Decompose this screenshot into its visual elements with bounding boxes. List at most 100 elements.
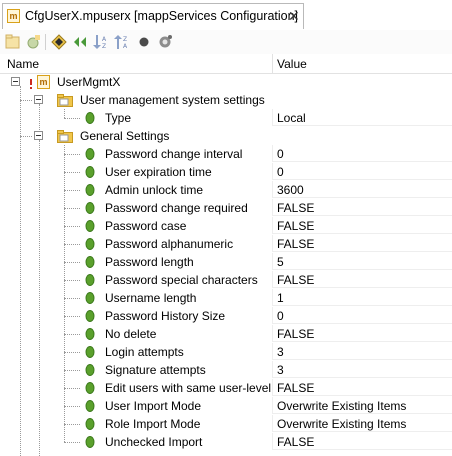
tree-row-parameter[interactable]: Password special characters FALSE	[0, 271, 452, 289]
tree-row-parameter[interactable]: Username length 1	[0, 289, 452, 307]
settings-folder-icon	[57, 130, 73, 143]
tree-row-value: 3	[277, 345, 284, 359]
svg-text:A: A	[102, 36, 107, 43]
tree-row-root[interactable]: m UserMgmtX	[0, 73, 452, 91]
tree-row-label: General Settings	[80, 129, 170, 143]
tree-line	[64, 244, 80, 245]
tree-row-parameter[interactable]: Login attempts 3	[0, 343, 452, 361]
document-tab[interactable]: m CfgUserX.mpuserx [mappServices Configu…	[2, 3, 304, 29]
tree-line	[64, 442, 80, 443]
tree-line	[64, 118, 80, 119]
tree-row-value: Overwrite Existing Items	[277, 417, 407, 431]
value-cell[interactable]	[272, 307, 452, 324]
tree-row-type[interactable]: Type Local	[0, 109, 452, 127]
tree-line	[64, 370, 80, 371]
tree-row-parameter[interactable]: Password change interval 0	[0, 145, 452, 163]
tree-row-value: 1	[277, 291, 284, 305]
tree-row-label: Password change required	[105, 201, 248, 215]
close-icon[interactable]: ✕	[288, 8, 300, 24]
tree-row-parameter[interactable]: Password alphanumeric FALSE	[0, 235, 452, 253]
sort-za-icon[interactable]: Z A	[114, 34, 130, 50]
toolbar-separator	[45, 34, 46, 50]
parameter-icon	[85, 328, 95, 340]
tree-line	[64, 388, 80, 389]
add-item-icon[interactable]	[25, 34, 41, 50]
tree-row-parameter[interactable]: Edit users with same user-level FALSE	[0, 379, 452, 397]
parameter-icon	[85, 166, 95, 178]
tree-line	[64, 262, 80, 263]
parameter-icon	[85, 310, 95, 322]
sort-az-icon[interactable]: A Z	[93, 34, 109, 50]
parameter-icon	[85, 400, 95, 412]
settings-folder-icon	[57, 94, 73, 107]
tree-row-parameter[interactable]: Role Import Mode Overwrite Existing Items	[0, 415, 452, 433]
tree-row-label: Password History Size	[105, 309, 226, 323]
collapse-toggle[interactable]	[11, 77, 20, 86]
tree-row-value: FALSE	[277, 273, 315, 287]
tree-row-label: User Import Mode	[105, 399, 202, 413]
move-up-icon[interactable]	[51, 34, 67, 50]
error-marker-icon	[30, 79, 32, 89]
column-divider[interactable]	[272, 54, 273, 73]
tab-title: CfgUserX.mpuserx [mappServices Configura…	[25, 9, 299, 23]
value-cell[interactable]	[272, 145, 452, 162]
tree-line	[64, 190, 80, 191]
move-down-icon[interactable]	[72, 34, 88, 50]
tree-row-label: Admin unlock time	[105, 183, 204, 197]
column-header: Name Value	[0, 54, 452, 74]
tree-row-label: Signature attempts	[105, 363, 206, 377]
tree-row-value: FALSE	[277, 381, 315, 395]
tree-line	[64, 424, 80, 425]
parameter-icon	[85, 436, 95, 448]
tree-row-parameter[interactable]: Password case FALSE	[0, 217, 452, 235]
tree-row-label: Unchecked Import	[105, 435, 203, 449]
parameter-icon	[85, 148, 95, 160]
tree-row-value: 3	[277, 363, 284, 377]
parameter-icon	[85, 292, 95, 304]
tree-row-parameter[interactable]: Password change required FALSE	[0, 199, 452, 217]
svg-text:Z: Z	[123, 36, 127, 43]
new-folder-icon[interactable]	[5, 34, 21, 50]
tree-row-parameter[interactable]: Admin unlock time 3600	[0, 181, 452, 199]
parameter-icon	[85, 364, 95, 376]
tree-line	[64, 334, 80, 335]
tree-row-parameter[interactable]: Password History Size 0	[0, 307, 452, 325]
property-tree: m UserMgmtX User management system setti…	[0, 73, 452, 456]
record-icon[interactable]	[136, 34, 152, 50]
tree-line	[64, 154, 80, 155]
value-cell[interactable]	[272, 289, 452, 306]
tree-row-value: Local	[277, 111, 306, 125]
tree-line	[64, 226, 80, 227]
parameter-icon	[85, 256, 95, 268]
tree-row-group[interactable]	[0, 451, 452, 456]
tree-row-group[interactable]: General Settings	[0, 127, 452, 145]
collapse-toggle[interactable]	[34, 95, 43, 104]
tree-row-parameter[interactable]: Unchecked Import FALSE	[0, 433, 452, 451]
tree-row-label: Password alphanumeric	[105, 237, 234, 251]
parameter-icon	[85, 346, 95, 358]
collapse-toggle[interactable]	[34, 131, 43, 140]
value-cell[interactable]	[272, 343, 452, 360]
tree-row-label: User expiration time	[105, 165, 212, 179]
tree-row-label: Password case	[105, 219, 187, 233]
tree-row-group[interactable]: User management system settings	[0, 91, 452, 109]
tree-line	[64, 352, 80, 353]
parameter-icon	[85, 418, 95, 430]
column-name-header[interactable]: Name	[7, 57, 39, 71]
tree-row-label: Username length	[105, 291, 197, 305]
tree-line	[64, 280, 80, 281]
value-cell[interactable]	[272, 253, 452, 270]
file-icon: m	[7, 9, 20, 23]
tree-row-parameter[interactable]: Password length 5	[0, 253, 452, 271]
tree-row-parameter[interactable]: User expiration time 0	[0, 163, 452, 181]
tree-row-parameter[interactable]: No delete FALSE	[0, 325, 452, 343]
tree-row-parameter[interactable]: Signature attempts 3	[0, 361, 452, 379]
settings-icon[interactable]	[157, 34, 173, 50]
tree-row-value: FALSE	[277, 435, 315, 449]
tree-row-parameter[interactable]: User Import Mode Overwrite Existing Items	[0, 397, 452, 415]
column-value-header[interactable]: Value	[277, 57, 307, 71]
value-cell[interactable]	[272, 163, 452, 180]
tree-row-label: UserMgmtX	[57, 75, 121, 89]
tree-row-value: FALSE	[277, 327, 315, 341]
value-cell[interactable]	[272, 361, 452, 378]
